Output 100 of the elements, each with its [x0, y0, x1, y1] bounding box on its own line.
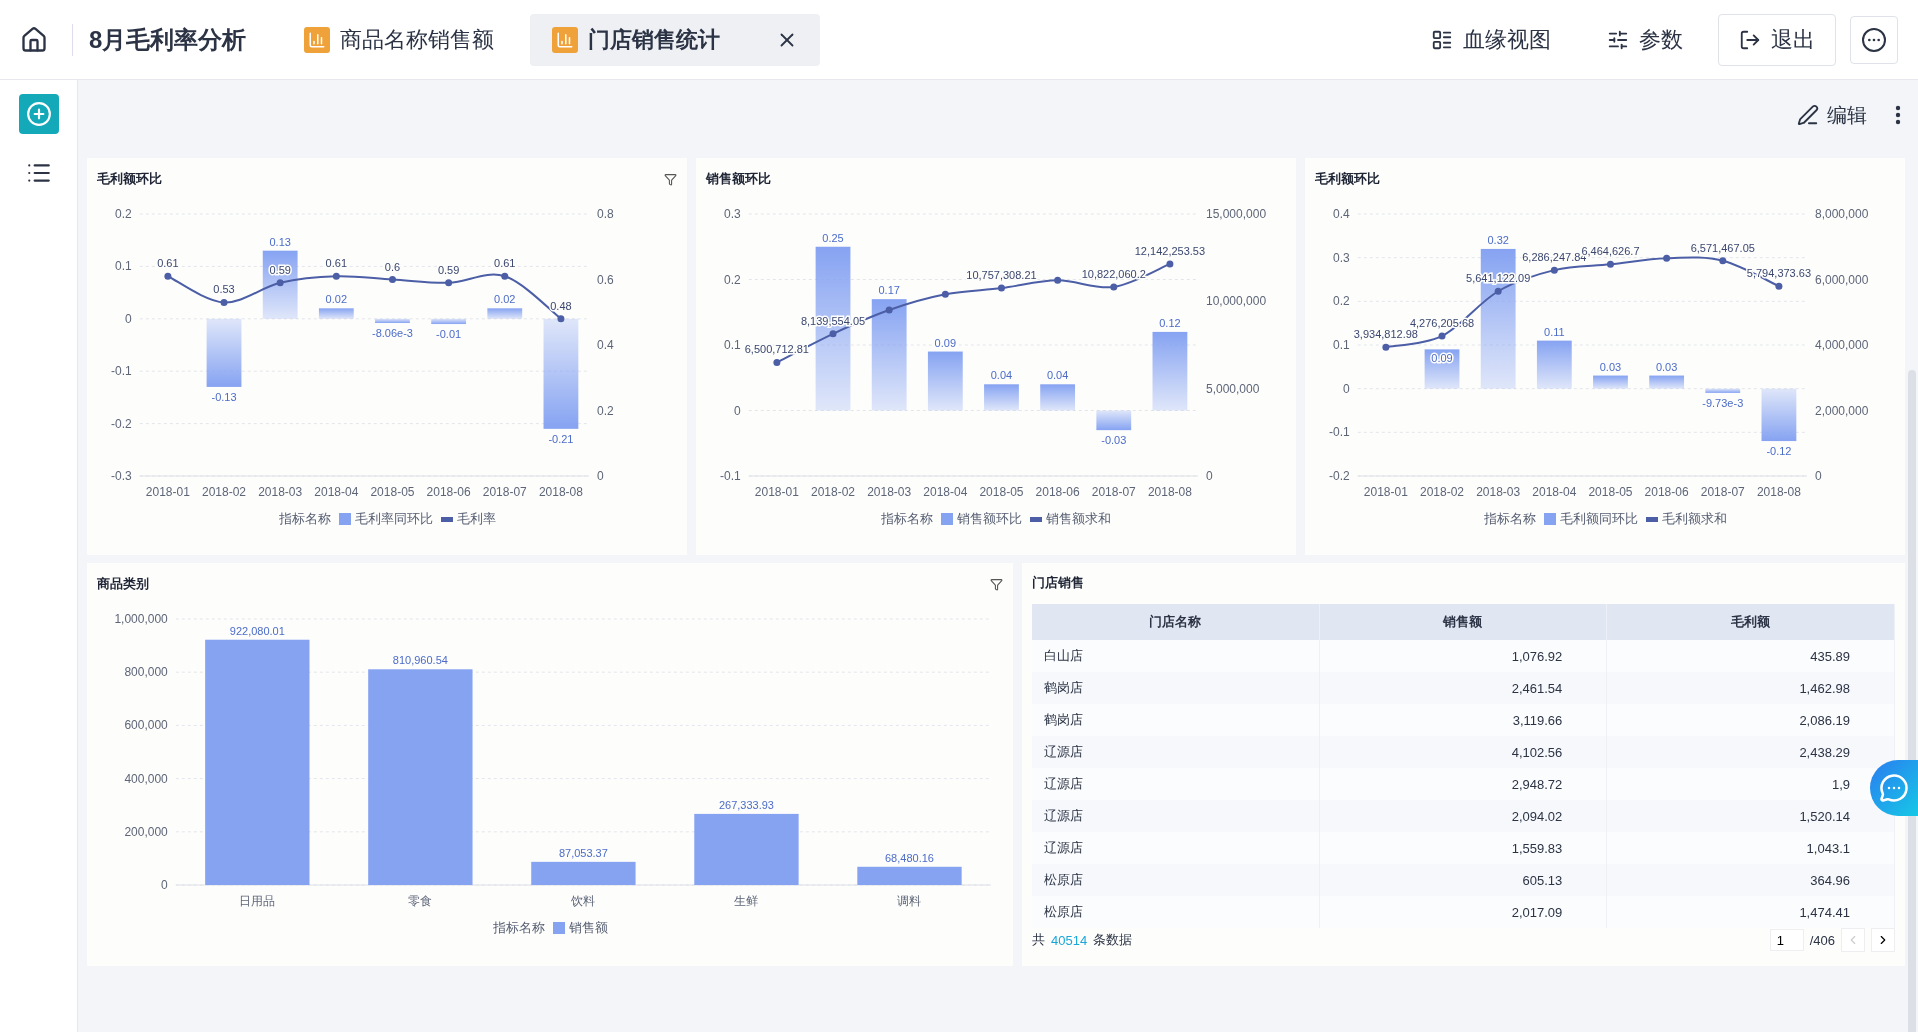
data-point	[941, 290, 949, 298]
data-point	[220, 298, 228, 306]
axis-label: 2018-03	[867, 485, 912, 499]
filter-icon[interactable]	[664, 172, 677, 186]
data-label: 0.11	[1544, 325, 1565, 338]
data-label: 68,480.16	[885, 851, 934, 864]
data-label: -8.06e-3	[372, 327, 413, 339]
axis-label: 2018-03	[258, 485, 303, 499]
axis-label: 0.4	[597, 338, 614, 352]
more-button[interactable]	[1850, 15, 1898, 64]
axis-label: 2018-05	[979, 485, 1024, 499]
column-header[interactable]: 销售额	[1319, 604, 1608, 640]
data-label: 810,960.54	[392, 654, 448, 667]
table-cell: 364.96	[1607, 864, 1895, 896]
data-point	[829, 330, 837, 338]
chat-icon	[1879, 773, 1909, 803]
data-point	[445, 279, 453, 287]
filter-icon[interactable]	[990, 577, 1003, 591]
data-label: 10,757,308.21	[966, 269, 1037, 282]
data-label: 0.09	[1431, 352, 1453, 365]
axis-label: 2018-07	[482, 485, 527, 499]
data-point	[1607, 260, 1614, 268]
bar	[1705, 388, 1741, 393]
axis-label: 0.1	[724, 338, 741, 352]
axis-label: 0.4	[1333, 207, 1350, 221]
data-point	[1550, 266, 1558, 274]
scrollbar[interactable]	[1908, 370, 1916, 1032]
chart-title: 毛利额环比	[1315, 170, 1380, 188]
legend-label[interactable]: 销售额环比	[957, 510, 1022, 528]
axis-label: -0.1	[720, 469, 741, 483]
column-header[interactable]: 门店名称	[1032, 604, 1320, 640]
data-label: 0.59	[269, 263, 291, 276]
legend-label[interactable]: 毛利率同环比	[354, 510, 433, 528]
bar	[206, 318, 242, 387]
axis-label: 2018-03	[1476, 485, 1521, 499]
data-point	[1494, 287, 1502, 295]
axis-label: 2,000,000	[1815, 403, 1869, 418]
axis-label: -0.1	[111, 364, 132, 379]
add-button[interactable]	[18, 94, 59, 134]
legend-label[interactable]: 销售额求和	[1046, 510, 1111, 528]
axis-label: 2018-05	[1588, 485, 1633, 499]
axis-label: 2018-02	[202, 485, 247, 499]
data-label: 0.32	[1487, 233, 1509, 246]
toolbar-button[interactable]: 退出	[1718, 13, 1836, 66]
legend-label[interactable]: 销售额	[568, 919, 608, 937]
axis-label: 2018-02	[811, 485, 856, 499]
page-field[interactable]: 1	[1769, 929, 1804, 951]
axis-label: 0	[161, 878, 168, 892]
report-title: 8月毛利率分析	[72, 23, 269, 56]
axis-label: 4,000,000	[1815, 338, 1869, 352]
axis-label: 0.6	[597, 272, 614, 287]
axis-label: 2018-08	[1756, 485, 1801, 499]
more-button[interactable]	[1895, 105, 1901, 125]
table-cell: 1,462.98	[1607, 672, 1895, 704]
axis-label: 0	[597, 469, 604, 483]
axis-label: 2018-08	[1147, 485, 1192, 499]
bar	[431, 318, 467, 325]
bar	[1761, 388, 1797, 442]
more-icon	[1895, 105, 1901, 125]
edit-button[interactable]: 编辑	[1791, 100, 1873, 130]
data-label: 87,053.37	[558, 846, 608, 859]
data-label: 0.61	[157, 257, 179, 270]
data-point	[1663, 254, 1671, 262]
legend-label[interactable]: 毛利额求和	[1661, 510, 1727, 528]
data-point	[557, 315, 565, 323]
bar	[1424, 349, 1460, 389]
table-cell: 辽源店	[1032, 800, 1320, 832]
data-point	[389, 276, 396, 283]
page-count: /406	[1809, 932, 1835, 948]
legend-label[interactable]: 毛利率	[456, 510, 496, 528]
data-label: -0.12	[1766, 445, 1792, 458]
axis-label: 生鲜	[734, 894, 759, 908]
axis-label: 2018-01	[145, 485, 190, 499]
legend-label[interactable]: 毛利额同环比	[1559, 510, 1638, 528]
data-label: 0.59	[437, 263, 460, 276]
legend-title: 指标名称	[1483, 510, 1536, 528]
axis-label: 15,000,000	[1206, 207, 1267, 221]
column-header[interactable]: 毛利额	[1607, 604, 1895, 640]
data-label: 0.53	[213, 283, 235, 296]
axis-label: 1,000,000	[114, 612, 168, 626]
data-label: -0.03	[1101, 434, 1127, 447]
report-tab[interactable]: 门店销售统计	[530, 13, 821, 66]
table-cell: 2,438.29	[1607, 736, 1895, 768]
data-label: 0.03	[1599, 360, 1622, 373]
bar	[984, 384, 1019, 411]
data-point	[276, 279, 284, 287]
bar	[375, 318, 410, 323]
home-button[interactable]	[20, 25, 48, 54]
bar	[318, 308, 354, 319]
table-cell: 605.13	[1319, 864, 1608, 896]
data-label: 0.25	[822, 231, 844, 244]
axis-label: 2018-07	[1091, 485, 1136, 499]
axis-label: -0.2	[111, 416, 132, 431]
report-tab[interactable]: 商品名称销售额	[282, 13, 517, 66]
axis-label: 2018-04	[314, 485, 359, 499]
next-page-button[interactable]	[1871, 928, 1895, 952]
axis-label: 2018-06	[1035, 485, 1080, 499]
axis-label: 2018-01	[754, 485, 799, 499]
data-label: 12,142,253.53	[1134, 244, 1206, 257]
bar	[1040, 384, 1076, 411]
